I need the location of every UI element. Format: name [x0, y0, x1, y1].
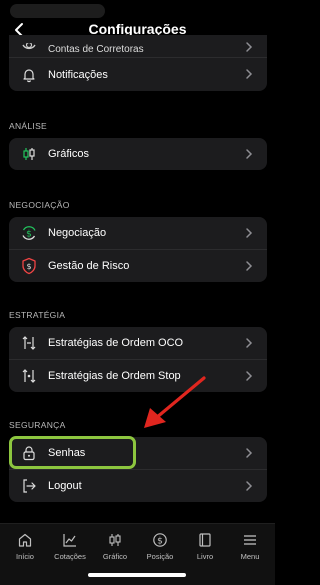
tab-menu-label: Menu — [240, 552, 260, 561]
trading-row[interactable]: $ Negociação — [9, 217, 267, 249]
logout-row[interactable]: Logout — [9, 469, 267, 502]
section-label-negociacao: NEGOCIAÇÃO — [9, 200, 70, 210]
chevron-right-icon — [246, 448, 253, 458]
line-chart-icon — [47, 532, 93, 548]
svg-text:$: $ — [157, 537, 163, 547]
chevron-right-icon — [246, 42, 253, 52]
oco-strategies-row[interactable]: Estratégias de Ordem OCO — [9, 327, 267, 359]
estrategia-card: Estratégias de Ordem OCO Estratégias de … — [9, 327, 267, 392]
trading-label: Negociação — [48, 227, 107, 239]
tab-home[interactable]: Início — [2, 532, 48, 561]
tab-quotes-label: Cotações — [54, 552, 86, 561]
analise-card: Gráficos — [9, 138, 267, 170]
shield-dollar-icon: $ — [18, 255, 40, 277]
section-label-estrategia: ESTRATÉGIA — [9, 310, 66, 320]
tab-book[interactable]: Livro — [182, 532, 228, 561]
oco-strategies-label: Estratégias de Ordem OCO — [48, 337, 184, 349]
blurred-status-text — [10, 4, 105, 18]
risk-management-label: Gestão de Risco — [48, 260, 130, 272]
tab-chart[interactable]: Gráfico — [92, 532, 138, 561]
tab-position-label: Posição — [146, 552, 174, 561]
highlight-box — [9, 436, 136, 469]
tab-menu[interactable]: Menu — [227, 532, 273, 561]
notifications-label: Notificações — [48, 68, 108, 81]
svg-text:$: $ — [26, 262, 31, 271]
notifications-row[interactable]: Notificações — [9, 57, 267, 91]
home-indicator — [88, 573, 186, 577]
strategy-stop-icon — [18, 365, 40, 387]
logout-label: Logout — [48, 480, 82, 492]
candlestick-icon — [18, 143, 40, 165]
dollar-cycle-icon: $ — [18, 222, 40, 244]
chevron-right-icon — [246, 149, 253, 159]
bell-icon — [18, 64, 40, 86]
tab-chart-label: Gráfico — [102, 552, 128, 561]
negociacao-card: $ Negociação $ Gestão de Risco — [9, 217, 267, 282]
section-label-analise: ANÁLISE — [9, 121, 48, 131]
annotation-arrow-icon — [144, 376, 206, 428]
user-circle-icon — [18, 43, 40, 57]
dollar-circle-icon: $ — [137, 532, 183, 548]
tab-book-label: Livro — [196, 552, 214, 561]
charts-label: Gráficos — [48, 148, 89, 160]
broker-accounts-label: Contas de Corretoras — [48, 44, 144, 55]
tab-quotes[interactable]: Cotações — [47, 532, 93, 561]
hamburger-menu-icon — [227, 532, 273, 548]
book-icon — [182, 532, 228, 548]
home-icon — [2, 532, 48, 548]
broker-accounts-row[interactable]: Contas de Corretoras — [9, 35, 267, 57]
chevron-right-icon — [246, 481, 253, 491]
stop-strategies-row[interactable]: Estratégias de Ordem Stop — [9, 359, 267, 392]
charts-row[interactable]: Gráficos — [9, 138, 267, 170]
chevron-right-icon — [246, 69, 253, 79]
logout-icon — [18, 475, 40, 497]
chevron-right-icon — [246, 371, 253, 381]
chevron-right-icon — [246, 338, 253, 348]
svg-text:$: $ — [26, 230, 32, 240]
section-label-seguranca: SEGURANÇA — [9, 420, 66, 430]
chevron-right-icon — [246, 261, 253, 271]
tab-position[interactable]: $ Posição — [137, 532, 183, 561]
tab-home-label: Início — [16, 552, 34, 561]
account-settings-card: Contas de Corretoras Notificações — [9, 35, 267, 91]
strategy-oco-icon — [18, 332, 40, 354]
chevron-right-icon — [246, 228, 253, 238]
candlestick-icon — [92, 532, 138, 548]
risk-management-row[interactable]: $ Gestão de Risco — [9, 249, 267, 282]
